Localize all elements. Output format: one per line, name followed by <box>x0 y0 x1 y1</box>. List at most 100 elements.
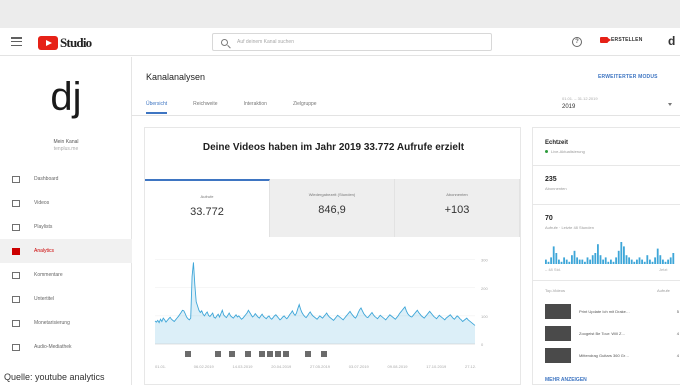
channel-label: Mein Kanal <box>53 139 79 145</box>
sidebar-item-label: Dashboard <box>34 176 59 182</box>
monetization-icon <box>12 319 20 327</box>
sidebar-item-audio-library[interactable]: Audio-Mediathek <box>0 335 132 359</box>
channel-name: tenplus.me <box>53 146 79 152</box>
realtime-bar <box>612 261 615 264</box>
sidebar-item-dashboard[interactable]: Dashboard <box>0 167 132 191</box>
studio-logo[interactable]: Studio <box>38 35 92 51</box>
realtime-bar <box>623 246 625 264</box>
y-tick-label: 200 <box>481 286 488 291</box>
realtime-bar <box>597 244 599 264</box>
video-view-count: 5 <box>676 309 679 314</box>
video-publish-marker <box>185 351 191 357</box>
create-label: ERSTELLEN <box>611 37 643 43</box>
realtime-bar <box>576 257 579 264</box>
sidebar-item-analytics[interactable]: Analytics <box>0 239 132 263</box>
overview-card: Deine Videos haben im Jahr 2019 33.772 A… <box>144 127 521 385</box>
y-tick-label: 300 <box>481 258 488 263</box>
top-videos-header: Top-Videos <box>545 288 565 293</box>
live-dot-icon <box>545 150 548 153</box>
realtime-bar <box>656 248 659 264</box>
x-tick-label: 20.04.2019 <box>271 364 292 369</box>
x-tick-label: 27.05.2019 <box>310 364 331 369</box>
series-area <box>155 262 475 344</box>
realtime-bar <box>633 261 636 264</box>
y-tick-label: 0 <box>481 342 484 347</box>
top-videos-views-header: Aufrufe <box>657 288 670 293</box>
subtitles-icon <box>12 295 20 303</box>
realtime-bar <box>649 259 651 264</box>
metric-label: Wiedergabezeit (Stunden) <box>308 192 356 197</box>
list-item[interactable]: Print Update Ich mit Drake… 5 <box>545 304 679 319</box>
sidebar-item-comments[interactable]: Kommentare <box>0 263 132 287</box>
list-item[interactable]: Zoogeist Be Tour: Will Z… 4 <box>545 326 679 341</box>
tab-overview[interactable]: Übersicht <box>146 101 168 114</box>
video-title: Print Update Ich mit Drake… <box>579 309 630 314</box>
video-view-count: 4 <box>676 353 679 358</box>
video-publish-marker <box>267 351 273 357</box>
chevron-down-icon[interactable] <box>668 103 672 106</box>
realtime-card: Echtzeit Live-Aktualisierung 235 Abonnen… <box>532 127 680 385</box>
account-avatar[interactable]: d <box>668 34 675 48</box>
video-publish-marker <box>305 351 311 357</box>
realtime-bar <box>617 250 620 264</box>
metric-watch-time[interactable]: Wiedergabezeit (Stunden) 846,9 <box>270 179 395 237</box>
analytics-tabs: Übersicht Reichweite Interaktion Zielgru… <box>146 101 343 114</box>
sidebar-item-playlists[interactable]: Playlists <box>0 215 132 239</box>
realtime-bar <box>584 261 586 264</box>
video-camera-icon <box>600 37 611 43</box>
sidebar-item-label: Videos <box>34 200 50 206</box>
video-thumbnail <box>545 326 571 341</box>
list-item[interactable]: Mittendrag Guitars 360 Gr… 4 <box>545 348 679 363</box>
source-caption: Quelle: youtube analytics <box>0 369 109 385</box>
video-publish-marker <box>321 351 327 357</box>
search-input[interactable]: Auf deinem Kanal suchen <box>212 33 492 51</box>
page-title: Kanalanalysen <box>146 72 206 82</box>
divider <box>533 165 680 166</box>
realtime-bar <box>638 257 641 264</box>
metric-label: Abonnenten <box>446 192 468 197</box>
realtime-title: Echtzeit <box>545 140 569 146</box>
date-range-select[interactable]: 2019 <box>562 104 575 110</box>
metric-subscribers[interactable]: Abonnenten +103 <box>395 179 520 237</box>
advanced-mode-link[interactable]: ERWEITERTER MODUS <box>598 74 658 80</box>
dashboard-icon <box>12 175 20 183</box>
realtime-views-label: Aufrufe · Letzte 48 Stunden <box>545 225 594 230</box>
hamburger-menu-icon[interactable] <box>11 37 22 46</box>
create-button[interactable]: ERSTELLEN <box>600 37 643 43</box>
realtime-more-link[interactable]: MEHR ANZEIGEN <box>545 377 587 383</box>
channel-avatar[interactable]: dj <box>36 77 96 117</box>
video-publish-marker <box>215 351 221 357</box>
help-icon[interactable]: ? <box>572 37 582 47</box>
video-publish-marker <box>275 351 281 357</box>
sidebar-item-label: Playlists <box>34 224 53 230</box>
realtime-bar <box>662 259 664 264</box>
tab-engagement[interactable]: Interaktion <box>244 101 267 114</box>
realtime-bar <box>669 257 672 264</box>
realtime-bar <box>589 259 592 264</box>
realtime-bar <box>560 261 563 264</box>
video-publish-marker <box>245 351 251 357</box>
metric-views[interactable]: Aufrufe 33.772 <box>145 179 270 237</box>
realtime-bar <box>602 259 605 264</box>
realtime-bar <box>646 255 649 264</box>
tab-audience[interactable]: Zielgruppe <box>293 101 317 114</box>
playlists-icon <box>12 223 20 231</box>
sidebar-item-monetization[interactable]: Monetarisierung <box>0 311 132 335</box>
x-tick-label: 27.12. <box>465 364 476 369</box>
sidebar-nav: Dashboard Videos Playlists Analytics Kom… <box>0 167 132 359</box>
x-tick-label: 17.10.2019 <box>426 364 447 369</box>
realtime-bar <box>636 259 638 264</box>
realtime-bar-chart[interactable] <box>545 240 675 264</box>
x-tick-label: 06.02.2019 <box>194 364 215 369</box>
realtime-bar <box>641 259 644 264</box>
video-thumbnail <box>545 348 571 363</box>
realtime-bar <box>625 255 628 264</box>
views-line-chart[interactable]: 0 100 200 300 01.01. 06.02.2019 14.03.2019 20.0… <box>153 248 513 382</box>
realtime-bar <box>558 259 560 264</box>
sidebar-item-subtitles[interactable]: Untertitel <box>0 287 132 311</box>
video-publish-marker <box>259 351 265 357</box>
overview-headline: Deine Videos haben im Jahr 2019 33.772 A… <box>202 142 465 153</box>
sidebar-item-videos[interactable]: Videos <box>0 191 132 215</box>
metric-value: 33.772 <box>190 206 224 218</box>
tab-reach[interactable]: Reichweite <box>193 101 217 114</box>
